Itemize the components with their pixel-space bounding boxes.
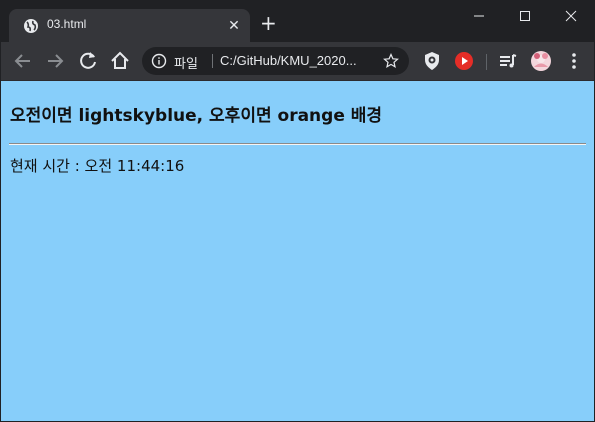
media-queue-icon[interactable] [496,49,520,73]
browser-window: 03.html ✕ + 파일 C:/GitHub/KMU_2020... 오전이… [0,0,595,422]
profile-avatar-icon[interactable] [529,49,553,73]
page-heading: 오전이면 lightskyblue, 오후이면 orange 배경 [10,106,383,126]
new-tab-button[interactable]: + [260,13,277,33]
tab-title: 03.html [47,17,87,31]
browser-tab[interactable]: 03.html ✕ [9,9,250,42]
horizontal-rule [9,143,586,145]
home-icon[interactable] [108,49,132,73]
arrow-right-icon[interactable] [43,49,67,73]
toolbar-divider [486,54,487,70]
minimize-icon[interactable] [456,1,502,31]
youtube-icon[interactable] [452,49,476,73]
url-text[interactable]: C:/GitHub/KMU_2020... [220,53,357,68]
omnibox-divider [212,54,213,68]
globe-icon [24,19,38,33]
security-label[interactable]: 파일 [174,53,198,72]
address-bar[interactable]: 파일 C:/GitHub/KMU_2020... [142,47,409,75]
maximize-icon[interactable] [502,1,548,31]
extension-shield-icon[interactable] [420,49,444,73]
star-icon[interactable] [383,53,399,69]
tab-close-icon[interactable]: ✕ [226,18,242,34]
arrow-left-icon[interactable] [11,49,35,73]
current-time-text: 현재 시간 : 오전 11:44:16 [10,157,185,175]
close-icon[interactable] [548,1,594,31]
reload-icon[interactable] [76,49,100,73]
more-vertical-icon[interactable] [562,49,586,73]
page-content: 오전이면 lightskyblue, 오후이면 orange 배경 현재 시간 … [1,81,594,421]
browser-toolbar: 파일 C:/GitHub/KMU_2020... [1,42,594,81]
title-bar: 03.html ✕ + [1,1,594,42]
info-icon[interactable] [151,53,167,69]
